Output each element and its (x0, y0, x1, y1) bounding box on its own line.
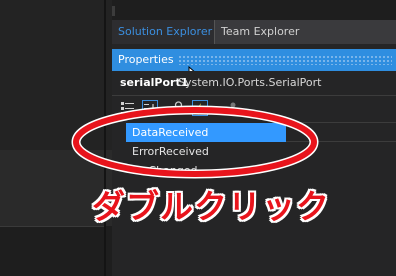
double-click-annotation: ダブルクリック (92, 187, 330, 226)
tab-team-explorer[interactable]: Team Explorer (214, 20, 396, 44)
left-pane-bottom (0, 226, 112, 276)
left-pane-divider (0, 226, 106, 227)
highlight-ellipse (71, 105, 319, 179)
top-strip (112, 0, 396, 20)
properties-title: Properties (118, 53, 174, 66)
tool-window-tabs: Solution Explorer Team Explorer (112, 20, 396, 44)
divider (112, 95, 396, 96)
object-type: System.IO.Ports.SerialPort (178, 76, 322, 89)
header-grip (178, 55, 392, 65)
properties-header[interactable]: Properties (112, 49, 396, 71)
top-grip (112, 6, 115, 16)
object-selector[interactable]: serialPort1 System.IO.Ports.SerialPort (112, 71, 396, 95)
tab-solution-explorer[interactable]: Solution Explorer (118, 20, 212, 44)
